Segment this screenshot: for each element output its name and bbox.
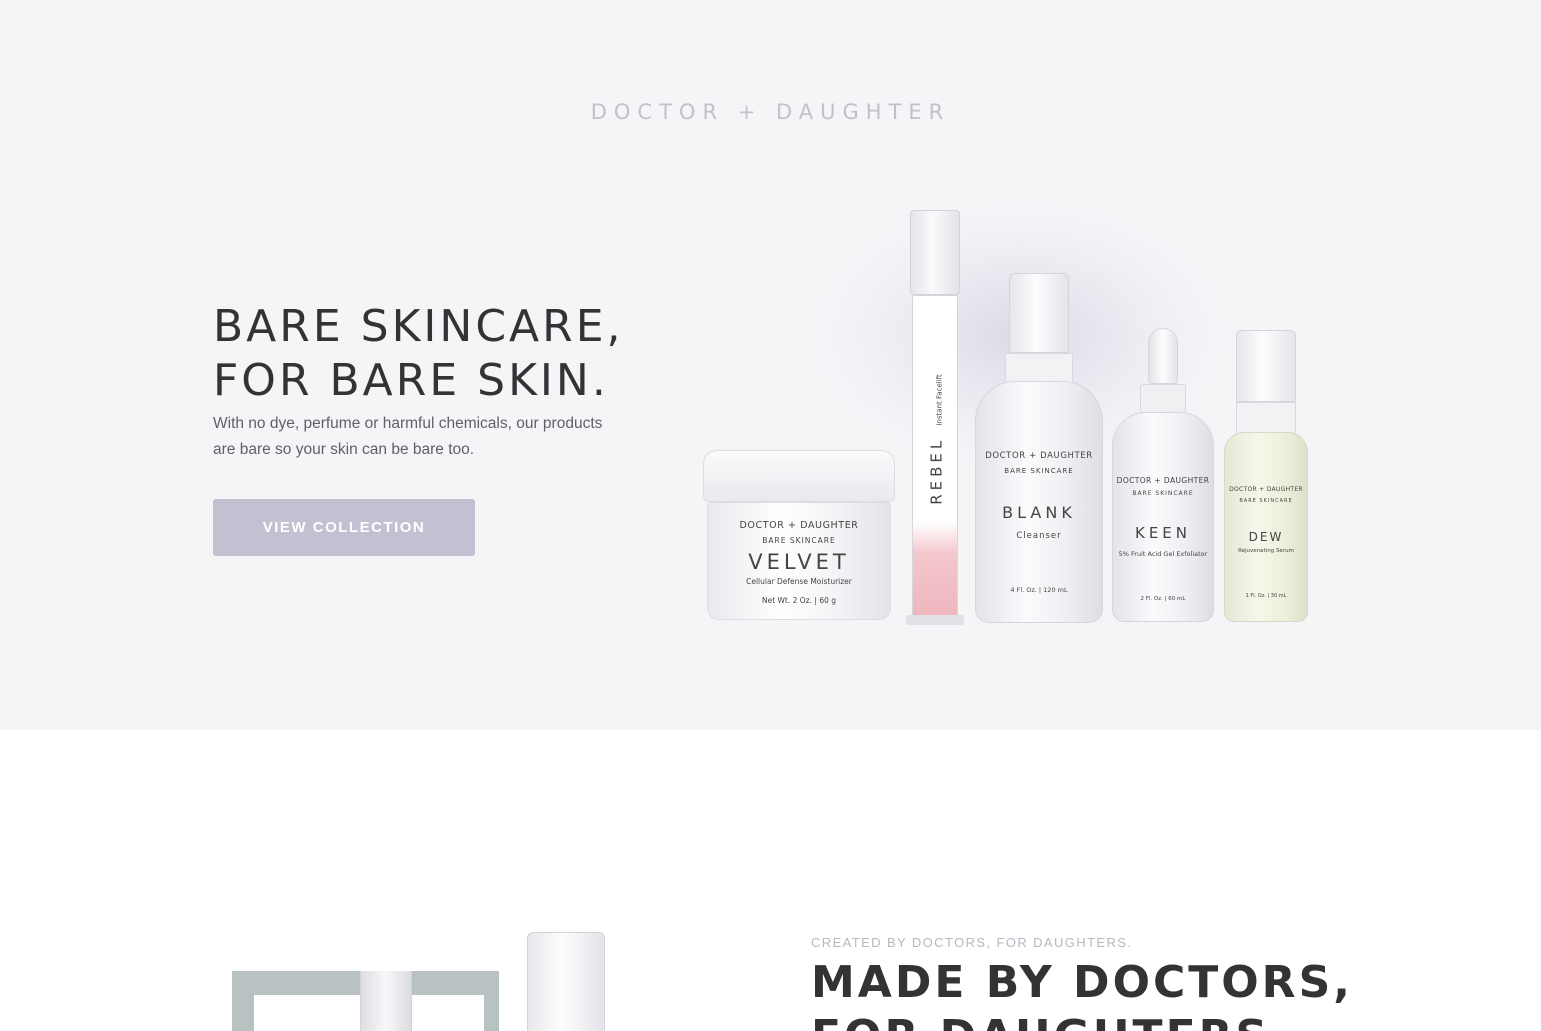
keen-name-label: KEEN [1134, 524, 1191, 542]
dropper-bottle-photo [360, 971, 412, 1031]
rebel-name-label: REBEL [927, 436, 946, 505]
rebel-subtitle-label: Instant Facelift [935, 374, 944, 426]
velvet-line-label: BARE SKINCARE [762, 536, 836, 545]
dropper-collar [1140, 384, 1186, 414]
hero-headline-line2: FOR BARE SKIN. [213, 355, 609, 406]
keen-line-label: BARE SKINCARE [1132, 490, 1194, 497]
blank-brand-label: DOCTOR + DAUGHTER [985, 451, 1093, 461]
velvet-name-label: VELVET [748, 550, 850, 574]
serum-bottle-photo [527, 932, 605, 1031]
pump-neck [1005, 353, 1073, 383]
blank-line-label: BARE SKINCARE [1004, 467, 1074, 475]
about-title-line2: FOR DAUGHTERS. [811, 1010, 1353, 1031]
blank-size-label: 4 Fl. Oz. | 120 mL [1010, 586, 1068, 594]
blank-name-label: BLANK [1002, 503, 1076, 522]
dew-name-label: DEW [1248, 530, 1284, 544]
hero-headline: BARE SKINCARE, FOR BARE SKIN. [213, 300, 624, 408]
velvet-subtitle-label: Cellular Defense Moisturizer [746, 577, 852, 586]
product-velvet: DOCTOR + DAUGHTER BARE SKINCARE VELVET C… [703, 450, 895, 622]
product-rebel: REBEL Instant Facelift [906, 210, 964, 625]
velvet-size-label: Net Wt. 2 Oz. | 60 g [761, 596, 837, 605]
product-dew: DOCTOR + DAUGHTER BARE SKINCARE DEW Reju… [1224, 330, 1308, 622]
dew-line-label: BARE SKINCARE [1239, 498, 1293, 504]
dew-subtitle-label: Rejuvenating Serum [1238, 548, 1294, 554]
about-title: MADE BY DOCTORS, FOR DAUGHTERS. [811, 956, 1353, 1031]
keen-brand-label: DOCTOR + DAUGHTER [1116, 476, 1210, 485]
brand-logo[interactable]: DOCTOR + DAUGHTER [0, 100, 1541, 124]
keen-subtitle-label: 5% Fruit Acid Gel Exfoliator [1118, 550, 1208, 558]
about-eyebrow: CREATED BY DOCTORS, FOR DAUGHTERS. [811, 935, 1133, 950]
product-blank: DOCTOR + DAUGHTER BARE SKINCARE BLANK Cl… [975, 273, 1103, 625]
product-keen: DOCTOR + DAUGHTER BARE SKINCARE KEEN 5% … [1112, 328, 1214, 623]
pump-cap [1009, 273, 1069, 353]
hero-description: With no dye, perfume or harmful chemical… [213, 415, 603, 458]
pump-neck [1236, 402, 1296, 434]
about-title-line1: MADE BY DOCTORS, [811, 957, 1353, 1008]
dew-brand-label: DOCTOR + DAUGHTER [1229, 486, 1303, 493]
blank-subtitle-label: Cleanser [1016, 531, 1062, 541]
velvet-brand-label: DOCTOR + DAUGHTER [739, 520, 859, 531]
pump-cap [1236, 330, 1296, 402]
tube-base [906, 615, 964, 625]
jar-lid [703, 450, 895, 502]
rebel-vertical-text: REBEL Instant Facelift [927, 290, 946, 590]
dew-size-label: 1 Fl. Oz. | 30 mL [1245, 593, 1287, 599]
view-collection-button[interactable]: VIEW COLLECTION [213, 499, 475, 556]
about-product-photo [232, 971, 499, 1031]
tube-cap [910, 210, 960, 295]
hero-headline-line1: BARE SKINCARE, [213, 301, 624, 352]
keen-size-label: 2 Fl. Oz. | 60 mL [1140, 596, 1186, 602]
bottle-body [1112, 412, 1214, 622]
dropper-bulb [1148, 328, 1178, 384]
